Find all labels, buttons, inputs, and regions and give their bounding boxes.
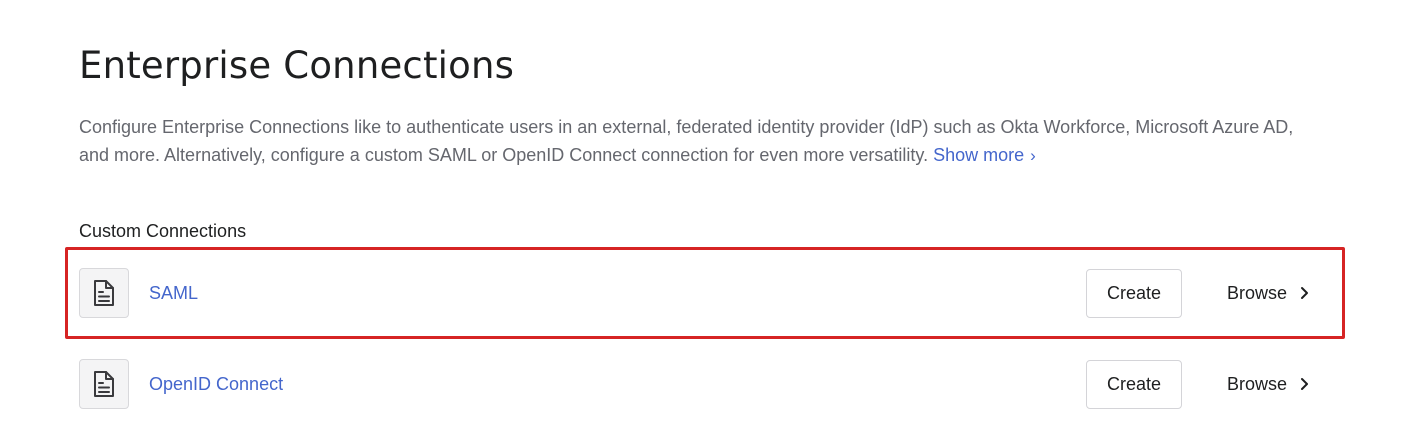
document-icon: [79, 359, 129, 409]
chevron-right-icon: [1301, 287, 1308, 299]
page-title: Enterprise Connections: [79, 44, 515, 87]
browse-label: Browse: [1226, 282, 1287, 303]
show-more-label: Show more: [933, 145, 1025, 165]
connection-row-openid-connect: OpenID Connect Create Browse: [79, 359, 1315, 409]
browse-openid-connect-link[interactable]: Browse: [1227, 374, 1309, 395]
browse-label: Browse: [1226, 373, 1287, 394]
chevron-right-icon: [1301, 378, 1308, 390]
create-saml-button[interactable]: Create: [1085, 268, 1182, 318]
connection-name-saml[interactable]: SAML: [149, 283, 1086, 304]
browse-saml-link[interactable]: Browse: [1227, 283, 1309, 304]
page-description: Configure Enterprise Connections like to…: [79, 113, 1319, 170]
description-text: Configure Enterprise Connections like to…: [79, 117, 1294, 165]
section-title-custom-connections: Custom Connections: [79, 221, 247, 241]
show-more-link[interactable]: Show more ›: [933, 145, 1036, 165]
connection-name-openid-connect[interactable]: OpenID Connect: [149, 374, 1086, 395]
document-icon: [79, 268, 129, 318]
connection-row-saml: SAML Create Browse: [79, 268, 1315, 318]
chevron-right-icon: ›: [1030, 146, 1036, 165]
create-openid-connect-button[interactable]: Create: [1085, 359, 1182, 409]
